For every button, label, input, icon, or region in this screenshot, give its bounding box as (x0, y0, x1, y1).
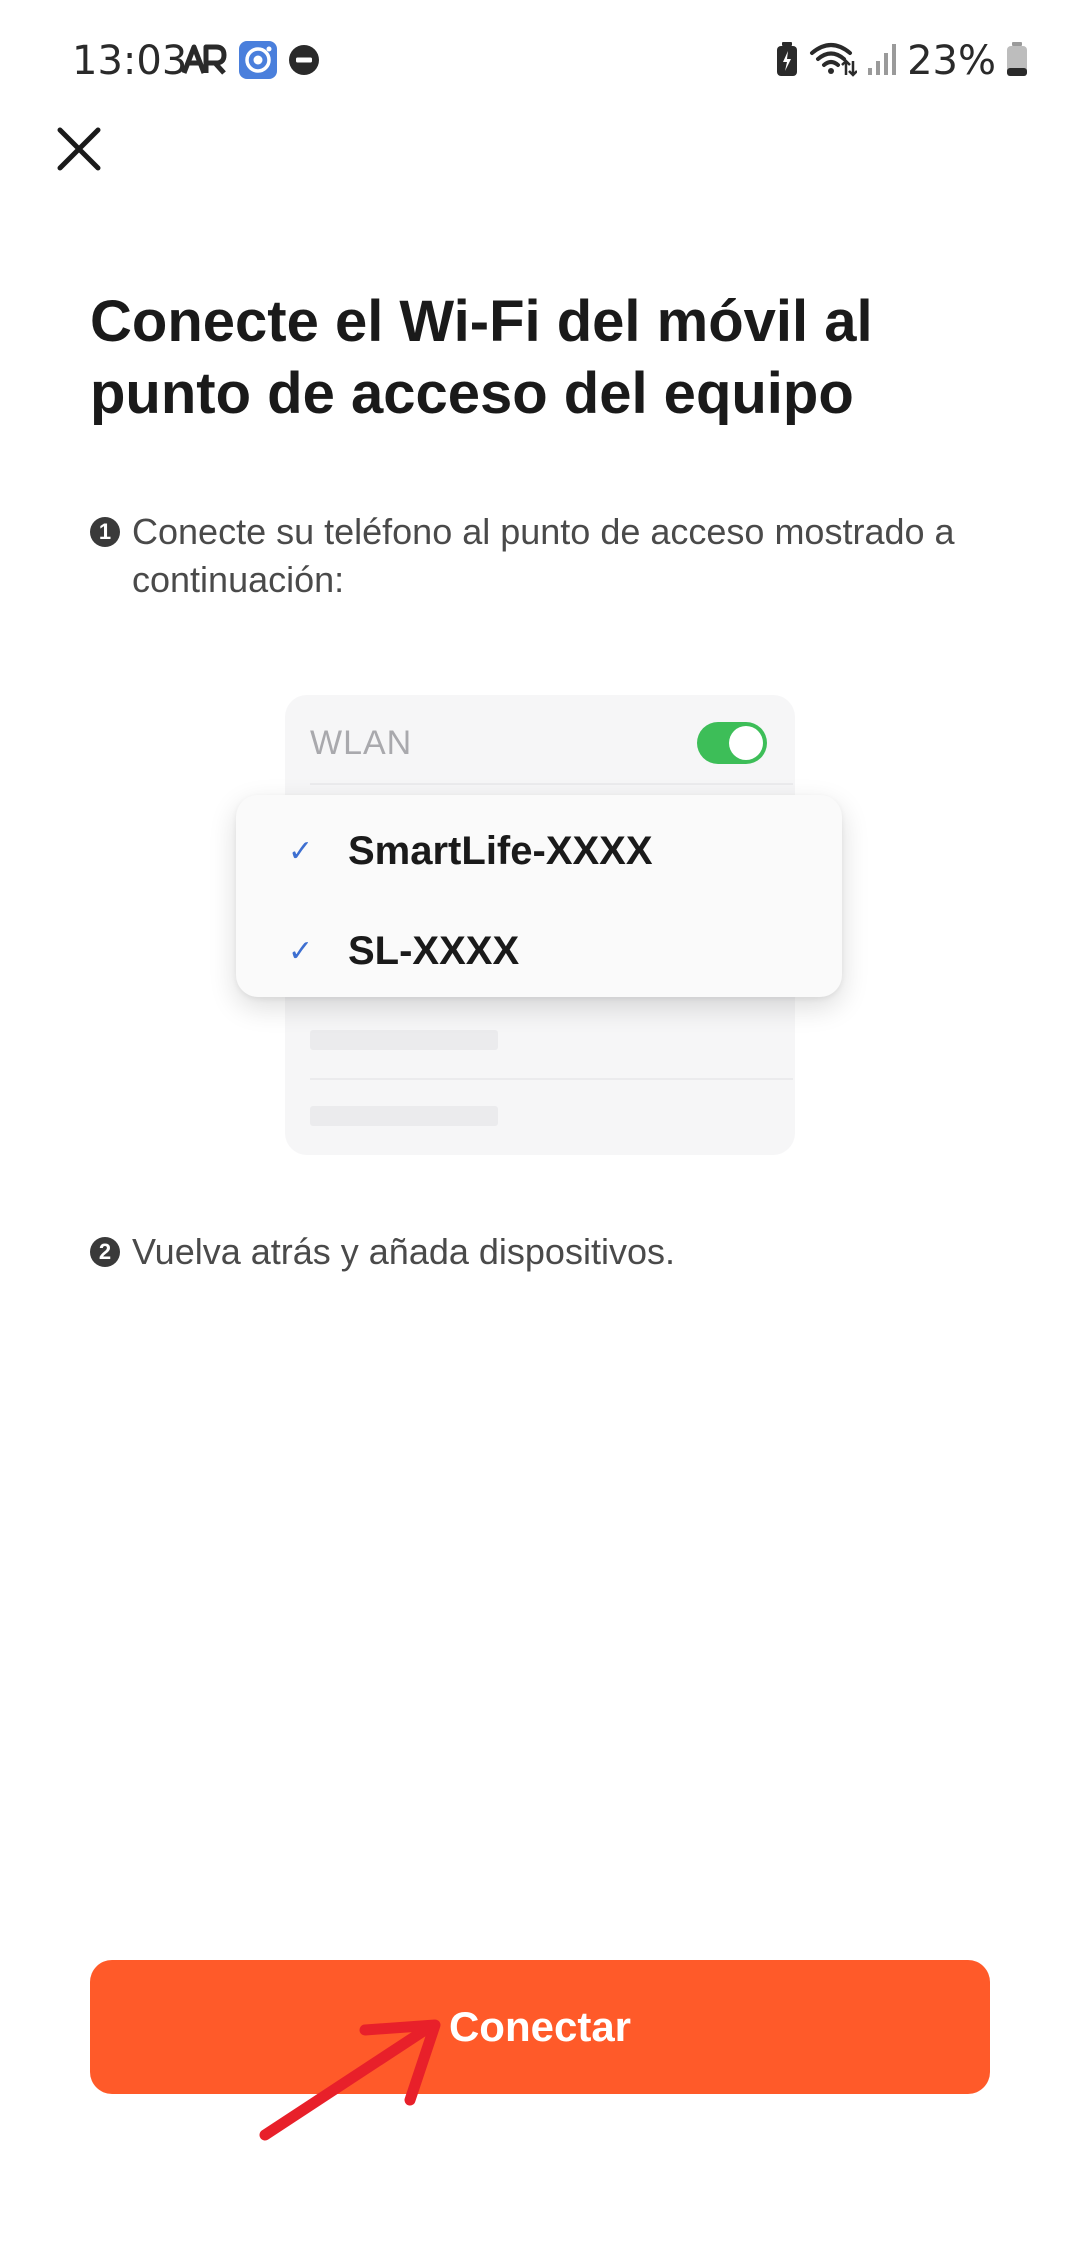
wlan-card (285, 695, 795, 1155)
placeholder-network-bar (310, 1106, 498, 1126)
wlan-toggle-knob (729, 726, 763, 760)
network-popup: ✓ SmartLife-XXXX ✓ SL-XXXX (236, 795, 842, 997)
step-number-1: 1 (90, 517, 120, 547)
battery-saver-icon (775, 41, 799, 82)
network-item: ✓ SL-XXXX (288, 921, 519, 981)
signal-bars-icon (867, 42, 897, 81)
close-icon (57, 127, 101, 171)
page-title: Conecte el Wi-Fi del móvil al punto de a… (90, 289, 873, 426)
step-number-2: 2 (90, 1237, 120, 1267)
camera-app-icon (238, 40, 278, 85)
wifi-data-icon (809, 41, 858, 82)
wlan-label: WLAN (310, 724, 413, 762)
status-bar: 13:03 23% (0, 0, 1080, 120)
status-right-icons: 23% (775, 38, 1028, 84)
status-time: 13:03 (72, 38, 188, 84)
checkmark-icon: ✓ (288, 933, 314, 969)
network-name: SL-XXXX (348, 928, 520, 973)
status-left-icons (181, 40, 320, 85)
step-2-text: Vuelva atrás y añada dispositivos. (132, 1231, 675, 1272)
network-name: SmartLife-XXXX (348, 828, 653, 873)
step-2: 2 Vuelva atrás y añada dispositivos. (90, 1228, 990, 1276)
step-1-text: Conecte su teléfono al punto de acceso m… (132, 511, 955, 600)
do-not-disturb-icon (288, 44, 320, 81)
wlan-divider (310, 1078, 793, 1080)
placeholder-network-bar (310, 1030, 498, 1050)
wlan-toggle (697, 722, 767, 764)
battery-icon (1006, 41, 1028, 82)
connect-button[interactable]: Conectar (90, 1960, 990, 2094)
step-1: 1 Conecte su teléfono al punto de acceso… (90, 508, 990, 604)
ar-icon (181, 43, 228, 82)
checkmark-icon: ✓ (288, 833, 314, 869)
wlan-divider (310, 783, 793, 785)
close-button[interactable] (48, 118, 110, 180)
battery-percent: 23% (907, 38, 996, 84)
network-item: ✓ SmartLife-XXXX (288, 821, 653, 881)
